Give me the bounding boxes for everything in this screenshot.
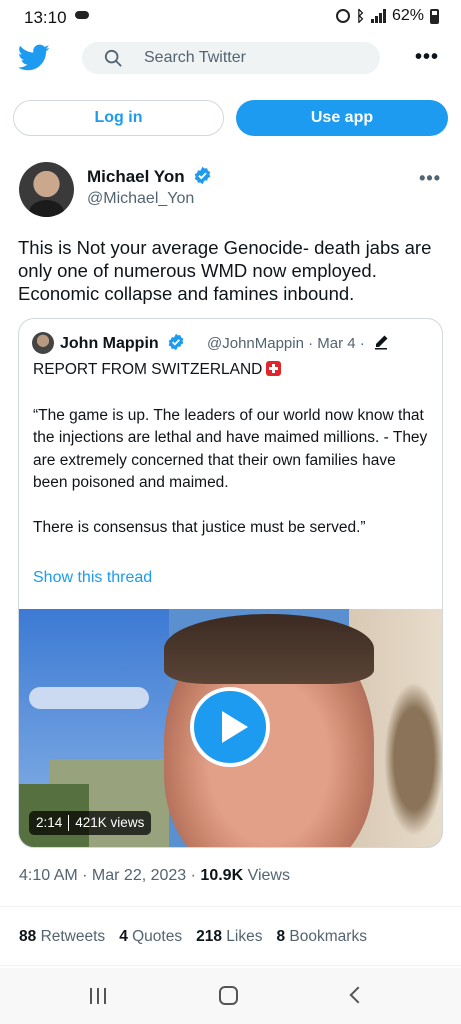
quoted-tweet[interactable]: John Mappin @JohnMappin · Mar 4 · REPORT… [18,318,443,848]
tweet-text: This is Not your average Genocide- death… [18,237,432,304]
divider [0,965,461,966]
divider [0,906,461,907]
quotes-stat[interactable]: 4 Quotes [119,928,182,946]
tweet-meta: 4:10 AM · Mar 22, 2023 · 10.9K Views [19,867,290,885]
use-app-button[interactable]: Use app [236,100,448,136]
verified-badge-icon [195,166,211,185]
quote-author-handle: @JohnMappin · Mar 4 · [207,335,365,352]
quote-handle-row: @JohnMappin · Mar 4 · [207,334,389,352]
quote-title: REPORT FROM SWITZERLAND [33,361,263,378]
quote-paragraph-1: “The game is up. The leaders of our worl… [33,406,428,492]
views-label: Views [243,867,290,884]
twitter-logo-icon[interactable] [18,44,50,72]
quote-author-name[interactable]: John Mappin [60,335,159,352]
retweets-label: Retweets [40,928,106,945]
author-name[interactable]: Michael Yon [87,167,185,186]
video-views: 421K views [75,815,145,830]
bookmarks-stat[interactable]: 8 Bookmarks [276,928,366,946]
back-icon[interactable] [349,986,367,1004]
alarm-icon [335,9,350,23]
edited-pencil-icon[interactable] [373,334,389,350]
likes-count: 218 [196,928,222,945]
tweet-timestamp[interactable]: 4:10 AM · Mar 22, 2023 · [19,867,200,884]
battery-level: 62% [391,7,424,24]
quotes-label: Quotes [132,928,183,945]
recent-apps-icon[interactable] [90,988,106,1004]
show-thread-link[interactable]: Show this thread [33,569,152,587]
more-options-icon[interactable]: ••• [415,46,439,69]
views-count: 10.9K [200,867,244,884]
retweets-stat[interactable]: 88 Retweets [19,928,105,946]
likes-stat[interactable]: 218 Likes [196,928,262,946]
quote-title-row: REPORT FROM SWITZERLAND [33,359,433,382]
battery-icon [430,8,439,24]
status-time: 13:10 [24,8,67,27]
quotes-count: 4 [119,928,128,945]
search-placeholder: Search Twitter [144,49,246,66]
bluetooth-icon: ᛒ [355,7,365,25]
home-icon[interactable] [219,986,238,1005]
author-avatar[interactable] [19,162,74,217]
likes-label: Likes [226,928,263,945]
bookmarks-label: Bookmarks [289,928,367,945]
verified-badge-icon [168,333,184,351]
tweet-more-icon[interactable]: ••• [419,168,441,189]
search-input[interactable]: Search Twitter [82,42,380,74]
swiss-flag-icon [266,361,282,376]
author-handle[interactable]: @Michael_Yon [87,190,194,208]
play-button-icon[interactable] [190,687,270,767]
cloud-icon [75,11,89,19]
quote-author-avatar[interactable] [32,332,54,354]
login-button[interactable]: Log in [13,100,224,136]
search-icon [104,49,122,67]
video-stats-badge: 2:14 421K views [29,811,152,835]
video-duration: 2:14 [36,815,63,830]
tweet-stats: 88 Retweets 4 Quotes 218 Likes 8 Bookmar… [19,928,367,946]
quote-author-row[interactable]: John Mappin [60,333,185,353]
status-icons: ᛒ 62% [335,7,439,25]
quote-paragraph-2: There is consensus that justice must be … [33,518,366,536]
top-bar: Search Twitter ••• [0,40,461,80]
quote-body: REPORT FROM SWITZERLAND “The game is up.… [33,359,433,539]
bookmarks-count: 8 [276,928,286,945]
video-player[interactable]: 2:14 421K views [19,609,442,847]
author-name-row[interactable]: Michael Yon [87,166,212,187]
signal-icon [370,9,386,23]
system-nav-bar [0,968,461,1024]
status-bar: 13:10 ᛒ 62% [0,0,461,34]
retweets-count: 88 [19,928,37,945]
